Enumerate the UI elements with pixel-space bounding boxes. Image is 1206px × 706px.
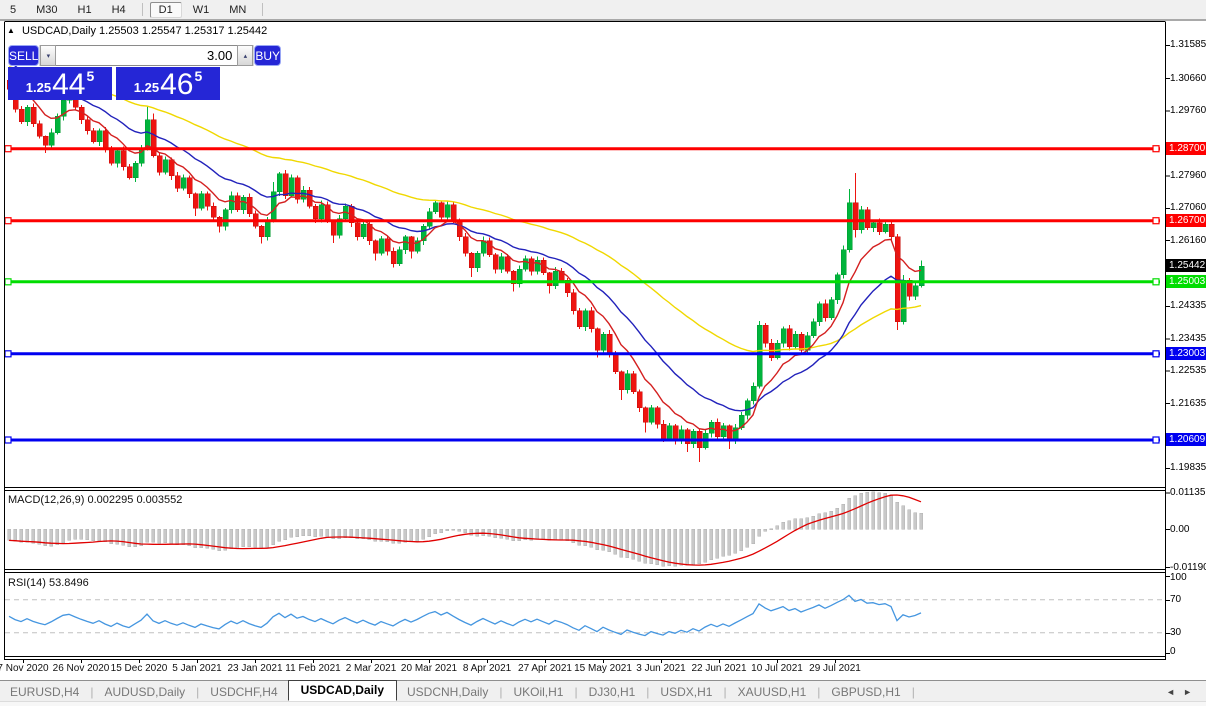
date-label: 11 Feb 2021 <box>285 663 341 674</box>
price-tick-1.30660: 1.30660 <box>1170 72 1206 84</box>
price-tick-1.21635: 1.21635 <box>1170 397 1206 409</box>
rsi-tick-100: 100 <box>1170 571 1187 583</box>
sell-price-prefix: 1.25 <box>25 80 52 95</box>
trading-terminal-window: 5 M30 H1 H4 D1 W1 MN ▲ USDCAD,Daily 1.25503 1.… <box>0 0 1206 706</box>
date-label: 22 Jun 2021 <box>691 663 747 674</box>
price-tick-1.26160: 1.26160 <box>1170 234 1206 246</box>
one-click-trade-panel: SELL ▾ ▴ BUY 1.25 44 5 1.25 46 5 <box>8 45 282 100</box>
price-tick-1.27960: 1.27960 <box>1170 169 1206 181</box>
buy-button[interactable]: BUY <box>254 45 282 66</box>
ohlc-low: 1.25317 <box>184 25 225 37</box>
date-label: 15 Dec 2020 <box>110 663 168 674</box>
date-label: 10 Jul 2021 <box>751 663 803 674</box>
price-tick-1.31585: 1.31585 <box>1170 39 1206 51</box>
date-label: 2 Mar 2021 <box>345 663 397 674</box>
macd-tick-0.01135: 0.01135 <box>1170 487 1206 499</box>
buy-price-big: 46 <box>160 68 194 101</box>
tab-usdcad-daily[interactable]: USDCAD,Daily <box>287 680 397 701</box>
level-price-label-1.28700: 1.28700 <box>1166 141 1206 155</box>
tab-ukoil-h1[interactable]: UKOil,H1 <box>503 684 573 700</box>
price-tick-1.29760: 1.29760 <box>1170 105 1206 117</box>
buy-price-box[interactable]: 1.25 46 5 <box>116 67 220 100</box>
chart-canvas[interactable] <box>0 0 1206 706</box>
rsi-tick-0: 0 <box>1170 645 1176 657</box>
date-label: 15 May 2021 <box>574 663 632 674</box>
ohlc-high: 1.25547 <box>141 25 182 37</box>
volume-input[interactable] <box>56 45 238 66</box>
tab-dj30-h1[interactable]: DJ30,H1 <box>579 684 646 700</box>
status-strip <box>0 701 1206 706</box>
sell-price-pip: 5 <box>86 68 95 84</box>
tab-scroll-arrows[interactable]: ◄► <box>1166 687 1200 697</box>
current-price-label: 1.25442 <box>1166 259 1206 272</box>
volume-increase-button[interactable]: ▴ <box>237 45 254 66</box>
macd-tick-0.00: 0.00 <box>1170 523 1190 535</box>
collapse-panel-icon[interactable]: ▲ <box>7 26 15 35</box>
level-price-label-1.20609: 1.20609 <box>1166 432 1206 446</box>
price-tick-1.23435: 1.23435 <box>1170 332 1206 344</box>
buy-price-pip: 5 <box>194 68 203 84</box>
macd-main-value: 0.002295 <box>87 494 134 506</box>
date-label: 5 Jan 2021 <box>172 663 222 674</box>
tab-gbpusd-h1[interactable]: GBPUSD,H1 <box>821 684 910 700</box>
sell-price-big: 44 <box>52 68 86 101</box>
chart-title: ▲ USDCAD,Daily 1.25503 1.25547 1.25317 1… <box>7 25 267 37</box>
tab-audusd-daily[interactable]: AUDUSD,Daily <box>94 684 195 700</box>
rsi-name: RSI(14) <box>8 577 46 589</box>
level-price-label-1.26700: 1.26700 <box>1166 213 1206 227</box>
level-price-label-1.23003: 1.23003 <box>1166 346 1206 360</box>
symbol-tab-bar: EURUSD,H4 | AUDUSD,Daily | USDCHF,H4 USDCAD,D… <box>0 680 1206 702</box>
buy-price-prefix: 1.25 <box>133 80 160 95</box>
ohlc-open: 1.25503 <box>99 25 139 37</box>
date-label: 8 Apr 2021 <box>462 663 512 674</box>
tab-usdx-h1[interactable]: USDX,H1 <box>650 684 722 700</box>
level-price-label-1.25003: 1.25003 <box>1166 274 1206 288</box>
macd-indicator-label: MACD(12,26,9) 0.002295 0.003552 <box>8 494 182 506</box>
rsi-value: 53.8496 <box>48 577 89 589</box>
date-label: 3 Jun 2021 <box>636 663 686 674</box>
tab-usdchf-h4[interactable]: USDCHF,H4 <box>200 684 287 700</box>
sell-button[interactable]: SELL <box>8 45 40 66</box>
tab-scroll-left-icon[interactable]: ◄ <box>1166 687 1183 697</box>
date-label: 7 Nov 2020 <box>0 663 49 674</box>
rsi-tick-70: 70 <box>1170 594 1182 606</box>
volume-decrease-button[interactable]: ▾ <box>40 45 57 66</box>
ohlc-close: 1.25442 <box>227 25 268 37</box>
date-label: 26 Nov 2020 <box>52 663 110 674</box>
volume-stepper: ▾ ▴ <box>39 45 255 66</box>
date-label: 20 Mar 2021 <box>400 663 458 674</box>
price-tick-1.19835: 1.19835 <box>1170 462 1206 474</box>
date-label: 29 Jul 2021 <box>809 663 861 674</box>
tab-usdcnh-daily[interactable]: USDCNH,Daily <box>397 684 498 700</box>
tab-scroll-right-icon[interactable]: ► <box>1183 687 1200 697</box>
rsi-indicator-label: RSI(14) 53.8496 <box>8 577 89 589</box>
date-label: 27 Apr 2021 <box>518 663 572 674</box>
macd-signal-value: 0.003552 <box>136 494 183 506</box>
date-label: 23 Jan 2021 <box>227 663 283 674</box>
macd-name: MACD(12,26,9) <box>8 494 85 506</box>
tab-separator: | <box>911 684 915 699</box>
tab-eurusd-h4[interactable]: EURUSD,H4 <box>0 684 89 700</box>
price-tick-1.27060: 1.27060 <box>1170 202 1206 214</box>
price-tick-1.22535: 1.22535 <box>1170 365 1206 377</box>
rsi-tick-30: 30 <box>1170 627 1182 639</box>
price-tick-1.24335: 1.24335 <box>1170 300 1206 312</box>
sell-price-box[interactable]: 1.25 44 5 <box>8 67 112 100</box>
chart-symbol-label: USDCAD,Daily <box>21 25 96 37</box>
tab-xauusd-h1[interactable]: XAUUSD,H1 <box>728 684 817 700</box>
